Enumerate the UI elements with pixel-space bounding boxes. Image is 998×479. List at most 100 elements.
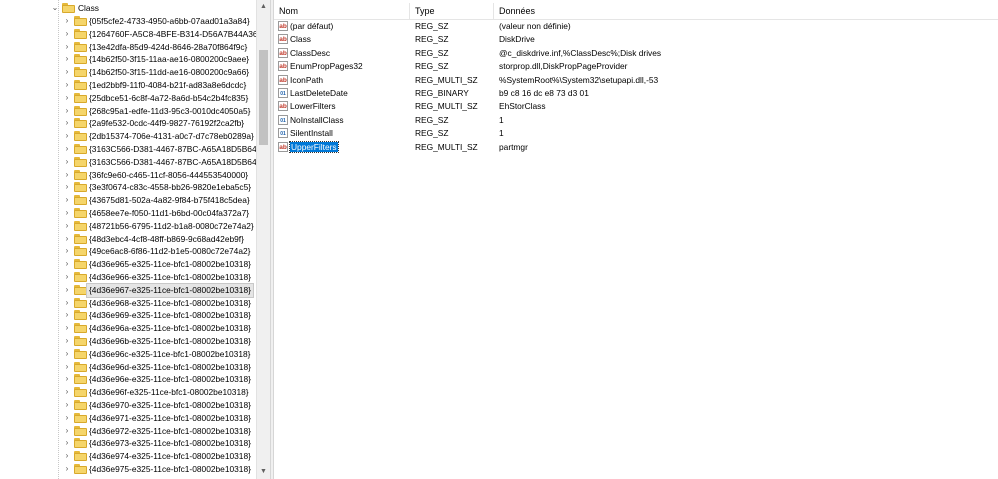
tree-node[interactable]: › {4d36e965-e325-11ce-bfc1-08002be10318} [0,258,256,271]
tree-node[interactable]: › {4d36e967-e325-11ce-bfc1-08002be10318} [0,282,256,298]
column-header-data[interactable]: Données [494,3,794,19]
tree-node[interactable]: › {4658ee7e-f050-11d1-b6bd-00c04fa372a7} [0,207,256,220]
chevron-right-icon[interactable]: › [62,131,72,141]
chevron-right-icon[interactable]: › [62,29,72,39]
tree-node[interactable]: › {4d36e969-e325-11ce-bfc1-08002be10318} [0,309,256,322]
value-row[interactable]: ab UpperFilters REG_MULTI_SZ partmgr [274,140,998,154]
scroll-thumb[interactable] [259,50,268,145]
tree-node[interactable]: › {4d36e96a-e325-11ce-bfc1-08002be10318} [0,322,256,335]
tree-node[interactable]: › {4d36e971-e325-11ce-bfc1-08002be10318} [0,412,256,425]
tree-node[interactable]: › {1ed2bbf9-11f0-4084-b21f-ad83a8e6dcdc} [0,79,256,92]
chevron-right-icon[interactable]: › [62,323,72,333]
value-row[interactable]: ab ClassDesc REG_SZ @c_diskdrive.inf,%Class… [274,47,998,60]
tree-vertical-scrollbar[interactable]: ▲ ▼ [256,0,270,479]
tree-node[interactable]: › {3163C566-D381-4467-87BC-A65A18D5B648} [0,143,264,156]
tree-node-class[interactable]: ⌄ Class [0,2,256,15]
value-row[interactable]: 01 NoInstallClass REG_SZ 1 [274,114,998,127]
tree-node[interactable]: › {4d36e970-e325-11ce-bfc1-08002be10318} [0,399,256,412]
tree-node[interactable]: › {48d3ebc4-4cf8-48ff-b869-9c68ad42eb9f} [0,233,256,246]
tree-node[interactable]: › {4d36e96b-e325-11ce-bfc1-08002be10318} [0,335,256,348]
tree-node[interactable]: › {2a9fe532-0cdc-44f9-9827-76192f2ca2fb} [0,117,256,130]
column-header-name[interactable]: Nom [274,3,410,19]
chevron-right-icon[interactable]: › [62,272,72,282]
tree-node[interactable]: › {48721b56-6795-11d2-b1a8-0080c72e74a2} [0,220,256,233]
chevron-right-icon[interactable]: › [62,400,72,410]
chevron-right-icon[interactable]: › [62,208,72,218]
chevron-right-icon[interactable]: › [62,259,72,269]
tree-node[interactable]: › {14b62f50-3f15-11aa-ae16-0800200c9aee} [0,53,256,66]
chevron-right-icon[interactable]: › [62,93,72,103]
scroll-up-arrow-icon[interactable]: ▲ [257,0,270,14]
chevron-right-icon[interactable]: › [62,426,72,436]
chevron-right-icon[interactable]: › [62,195,72,205]
value-row[interactable]: ab EnumPropPages32 REG_SZ storprop.dll,Disk… [274,60,998,73]
tree-node[interactable]: › {2db15374-706e-4131-a0c7-d7c78eb0289a} [0,130,256,143]
tree-node[interactable]: › {49ce6ac8-6f86-11d2-b1e5-0080c72e74a2} [0,245,256,258]
folder-icon [74,438,87,449]
chevron-right-icon[interactable]: › [62,451,72,461]
tree-node[interactable]: › {3163C566-D381-4467-87BC-A65A18D5B649} [0,156,264,169]
tree-node[interactable]: › {4d36e966-e325-11ce-bfc1-08002be10318} [0,271,256,284]
tree-node[interactable]: › {3e3f0674-c83c-4558-bb26-9820e1eba5c5} [0,181,256,194]
chevron-right-icon[interactable]: › [62,67,72,77]
column-header-type[interactable]: Type [410,3,494,19]
tree-node[interactable]: › {4d36e96d-e325-11ce-bfc1-08002be10318} [0,361,256,374]
tree-node[interactable]: › {4d36e96e-e325-11ce-bfc1-08002be10318} [0,373,256,386]
tree-node[interactable]: › {05f5cfe2-4733-4950-a6bb-07aad01a3a84} [0,15,256,28]
tree-node[interactable]: › {25dbce51-6c8f-4a72-8a6d-b54c2b4fc835} [0,92,256,105]
tree-node[interactable]: › {14b62f50-3f15-11dd-ae16-0800200c9a66} [0,66,256,79]
tree-node[interactable]: › {13e42dfa-85d9-424d-8646-28a70f864f9c} [0,41,256,54]
tree-node-label: {43675d81-502a-4a82-9f84-b75f418c5dea} [89,195,250,206]
chevron-right-icon[interactable]: › [62,54,72,64]
tree-node[interactable]: › {4d36e96f-e325-11ce-bfc1-08002be10318} [0,386,256,399]
registry-tree-pane[interactable]: ⌄ Class › {05f5cfe2-4733-4950-a6bb-07aad01a… [0,0,270,479]
chevron-right-icon[interactable]: › [62,80,72,90]
chevron-right-icon[interactable]: › [62,170,72,180]
chevron-right-icon[interactable]: › [62,387,72,397]
tree-node[interactable]: › {4d36e972-e325-11ce-bfc1-08002be10318} [0,425,256,438]
chevron-right-icon[interactable]: › [62,221,72,231]
tree-node[interactable]: › {4d36e96c-e325-11ce-bfc1-08002be10318} [0,348,256,361]
tree-node[interactable]: › {4d36e975-e325-11ce-bfc1-08002be10318} [0,463,256,476]
tree-node[interactable]: › {4d36e973-e325-11ce-bfc1-08002be10318} [0,437,256,450]
chevron-right-icon[interactable]: › [62,157,72,167]
chevron-right-icon[interactable]: › [62,349,72,359]
chevron-right-icon[interactable]: › [62,362,72,372]
chevron-right-icon[interactable]: › [62,310,72,320]
tree-node-label: {14b62f50-3f15-11aa-ae16-0800200c9aee} [89,54,250,65]
chevron-right-icon[interactable]: › [62,144,72,154]
chevron-right-icon[interactable]: › [62,336,72,346]
value-row[interactable]: 01 SilentInstall REG_SZ 1 [274,127,998,140]
chevron-down-icon[interactable]: ⌄ [50,3,60,13]
value-row[interactable]: ab IconPath REG_MULTI_SZ %SystemRoot%\Syste… [274,74,998,87]
value-row[interactable]: 01 LastDeleteDate REG_BINARY b9 c8 16 dc e8… [274,87,998,100]
value-row[interactable]: ab LowerFilters REG_MULTI_SZ EhStorClass [274,100,998,113]
chevron-right-icon[interactable]: › [62,246,72,256]
tree-node[interactable]: › {1264760F-A5C8-4BFE-B314-D56A7B44A362} [0,28,265,41]
chevron-right-icon[interactable]: › [62,413,72,423]
chevron-right-icon[interactable]: › [62,234,72,244]
chevron-right-icon[interactable]: › [62,374,72,384]
scroll-down-arrow-icon[interactable]: ▼ [257,465,270,479]
tree-node[interactable]: › {4d36e974-e325-11ce-bfc1-08002be10318} [0,450,256,463]
string-value-icon: ab [278,101,288,112]
tree-node[interactable]: › {4d36e968-e325-11ce-bfc1-08002be10318} [0,297,256,310]
chevron-right-icon[interactable]: › [62,42,72,52]
chevron-right-icon[interactable]: › [62,16,72,26]
chevron-right-icon[interactable]: › [62,118,72,128]
value-data: %SystemRoot%\System32\setupapi.dll,-53 [499,74,659,85]
value-row[interactable]: ab Class REG_SZ DiskDrive [274,33,998,46]
value-row[interactable]: ab (par défaut) REG_SZ (valeur non définie) [274,20,998,33]
value-data: EhStorClass [499,101,546,112]
chevron-right-icon[interactable]: › [62,106,72,116]
tree-node[interactable]: › {36fc9e60-c465-11cf-8056-444553540000} [0,169,256,182]
chevron-right-icon[interactable]: › [62,438,72,448]
value-name: (par défaut) [290,21,334,31]
chevron-right-icon[interactable]: › [62,298,72,308]
chevron-right-icon[interactable]: › [62,285,72,295]
chevron-right-icon[interactable]: › [62,182,72,192]
tree-node[interactable]: › {268c95a1-edfe-11d3-95c3-0010dc4050a5} [0,105,256,118]
tree-node[interactable]: › {43675d81-502a-4a82-9f84-b75f418c5dea} [0,194,256,207]
registry-values-pane[interactable]: Nom Type Données ab (par défaut) REG_SZ (va… [274,0,998,479]
chevron-right-icon[interactable]: › [62,464,72,474]
